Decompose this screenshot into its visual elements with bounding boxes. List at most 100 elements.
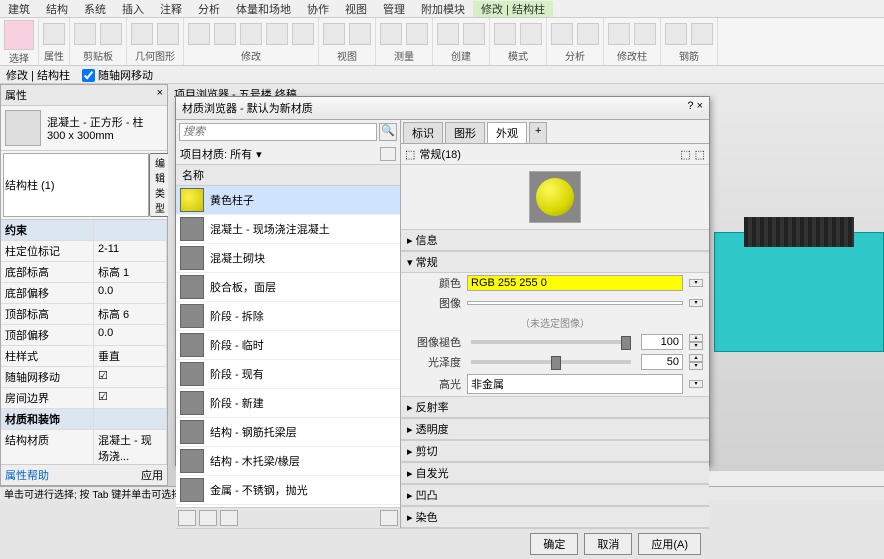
ribbon-button[interactable] <box>380 23 402 45</box>
ribbon-button[interactable] <box>100 23 122 45</box>
list-view-icon[interactable] <box>380 147 396 161</box>
section-反射率[interactable]: 反射率 <box>401 396 709 418</box>
ribbon-button[interactable] <box>608 23 630 45</box>
property-row[interactable]: 顶部偏移0.0 <box>1 325 167 346</box>
close-icon[interactable]: × <box>157 87 163 103</box>
menu-icon[interactable] <box>380 510 398 526</box>
gloss-slider[interactable] <box>471 360 631 364</box>
ribbon-button[interactable] <box>214 23 236 45</box>
property-row[interactable]: 房间边界☑ <box>1 388 167 409</box>
ribbon-tab[interactable]: 附加模块 <box>413 1 473 17</box>
section-剪切[interactable]: 剪切 <box>401 440 709 462</box>
section-general[interactable]: 常规 <box>401 251 709 273</box>
show-library-icon[interactable] <box>178 510 196 526</box>
material-item[interactable]: 黄色柱子 <box>176 186 400 215</box>
ribbon-tab[interactable]: 修改 | 结构柱 <box>473 1 553 17</box>
property-row[interactable]: 柱定位标记2-11 <box>1 241 167 262</box>
apply-button[interactable]: 应用(A) <box>638 533 701 555</box>
ribbon-tab[interactable]: 建筑 <box>0 1 38 17</box>
ribbon-tab[interactable]: 视图 <box>337 1 375 17</box>
color-value[interactable]: RGB 255 255 0 <box>467 275 683 291</box>
image-menu-icon[interactable]: ▾ <box>689 299 703 307</box>
ribbon-button[interactable] <box>266 23 288 45</box>
material-item[interactable]: 阶段 - 现有 <box>176 360 400 389</box>
ribbon-button[interactable] <box>43 23 65 45</box>
ribbon-tab[interactable]: 协作 <box>299 1 337 17</box>
ribbon-tab[interactable]: 注释 <box>152 1 190 17</box>
property-row[interactable]: 柱样式垂直 <box>1 346 167 367</box>
spin-up-icon[interactable]: ▴ <box>689 334 703 342</box>
ribbon-button[interactable] <box>323 23 345 45</box>
dialog-close-icon[interactable]: × <box>697 100 703 112</box>
property-row[interactable]: 随轴网移动☑ <box>1 367 167 388</box>
asset-swap-icon[interactable]: ⬚ <box>405 148 415 161</box>
ribbon-button[interactable] <box>188 23 210 45</box>
ribbon-tab[interactable]: 体量和场地 <box>228 1 299 17</box>
material-item[interactable]: 阶段 - 拆除 <box>176 302 400 331</box>
spin-up-icon[interactable]: ▴ <box>689 354 703 362</box>
help-icon[interactable]: ? <box>687 100 693 112</box>
ribbon-button[interactable] <box>665 23 687 45</box>
duplicate-icon[interactable] <box>220 510 238 526</box>
property-row[interactable]: 底部偏移0.0 <box>1 283 167 304</box>
highlight-value[interactable]: 非金属 <box>467 374 683 394</box>
material-item[interactable]: 结构 - 木托梁/椽层 <box>176 447 400 476</box>
material-item[interactable]: 阶段 - 新建 <box>176 389 400 418</box>
ribbon-button[interactable] <box>494 23 516 45</box>
material-item[interactable]: 胶合板，面层 <box>176 273 400 302</box>
ribbon-button[interactable] <box>577 23 599 45</box>
ribbon-button[interactable] <box>349 23 371 45</box>
material-list[interactable]: 名称 黄色柱子混凝土 - 现场浇注混凝土混凝土砌块胶合板，面层阶段 - 拆除阶段… <box>176 165 400 507</box>
cancel-button[interactable]: 取消 <box>584 533 632 555</box>
ribbon-button[interactable] <box>520 23 542 45</box>
section-凹凸[interactable]: 凹凸 <box>401 484 709 506</box>
section-染色[interactable]: 染色 <box>401 506 709 528</box>
ok-button[interactable]: 确定 <box>530 533 578 555</box>
search-icon[interactable]: 🔍 <box>379 123 397 141</box>
asset-replace-icon[interactable]: ⬚ <box>680 148 690 161</box>
ribbon-button[interactable] <box>74 23 96 45</box>
ribbon-button[interactable] <box>131 23 153 45</box>
ribbon-button[interactable] <box>634 23 656 45</box>
ribbon-button[interactable] <box>292 23 314 45</box>
material-tab[interactable]: 外观 <box>487 122 527 143</box>
add-tab-button[interactable]: + <box>529 122 547 143</box>
ribbon-button[interactable] <box>4 20 34 50</box>
gloss-value[interactable]: 50 <box>641 354 683 370</box>
spin-down-icon[interactable]: ▾ <box>689 362 703 370</box>
properties-help-link[interactable]: 属性帮助 <box>5 467 49 483</box>
section-info[interactable]: 信息 <box>401 229 709 251</box>
material-item[interactable]: 阶段 - 临时 <box>176 331 400 360</box>
section-自发光[interactable]: 自发光 <box>401 462 709 484</box>
property-row[interactable]: 顶部标高标高 6 <box>1 304 167 325</box>
ribbon-button[interactable] <box>406 23 428 45</box>
material-tab[interactable]: 图形 <box>445 122 485 143</box>
ribbon-tab[interactable]: 分析 <box>190 1 228 17</box>
new-material-icon[interactable] <box>199 510 217 526</box>
spin-down-icon[interactable]: ▾ <box>689 342 703 350</box>
ribbon-button[interactable] <box>463 23 485 45</box>
ribbon-button[interactable] <box>551 23 573 45</box>
ribbon-button[interactable] <box>437 23 459 45</box>
type-selector[interactable]: 混凝土 - 正方形 - 柱 300 x 300mm <box>1 106 167 151</box>
material-search-input[interactable] <box>179 123 377 141</box>
fade-slider[interactable] <box>471 340 631 344</box>
material-tab[interactable]: 标识 <box>403 122 443 143</box>
asset-duplicate-icon[interactable]: ⬚ <box>695 148 705 161</box>
ribbon-button[interactable] <box>691 23 713 45</box>
property-section-header[interactable]: 材质和装饰 <box>1 409 167 430</box>
color-menu-icon[interactable]: ▾ <box>689 279 703 287</box>
ribbon-tab[interactable]: 系统 <box>76 1 114 17</box>
ribbon-button[interactable] <box>240 23 262 45</box>
property-row[interactable]: 底部标高标高 1 <box>1 262 167 283</box>
instance-filter[interactable] <box>3 153 149 217</box>
move-with-grid-checkbox[interactable]: 随轴网移动 <box>82 67 153 83</box>
ribbon-button[interactable] <box>157 23 179 45</box>
property-row[interactable]: 结构材质混凝土 - 现场浇... <box>1 430 167 464</box>
property-section-header[interactable]: 约束 <box>1 220 167 241</box>
image-value[interactable] <box>467 301 683 305</box>
ribbon-tab[interactable]: 管理 <box>375 1 413 17</box>
material-item[interactable]: 混凝土 - 现场浇注混凝土 <box>176 215 400 244</box>
ribbon-tab[interactable]: 插入 <box>114 1 152 17</box>
fade-value[interactable]: 100 <box>641 334 683 350</box>
